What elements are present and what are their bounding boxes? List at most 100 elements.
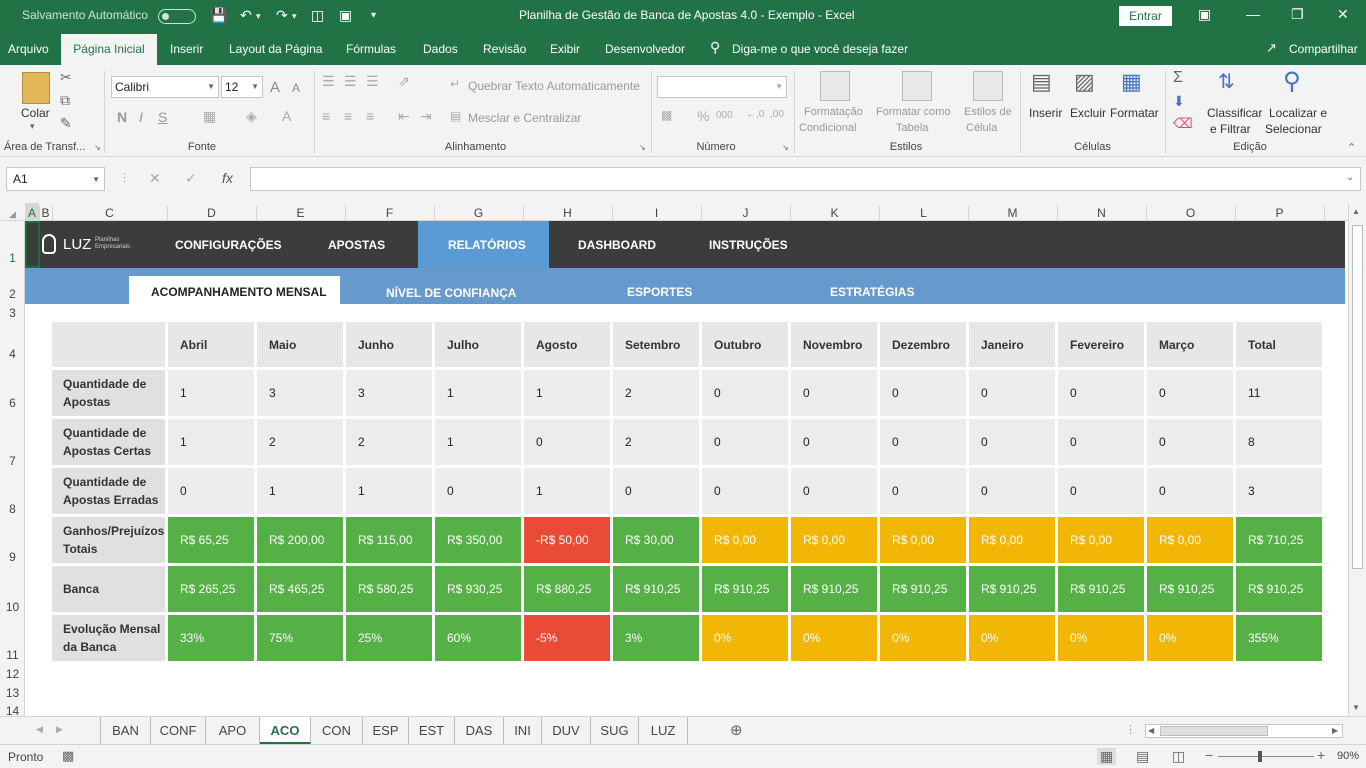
tell-me-input[interactable]: Diga-me o que você deseja fazer	[732, 42, 908, 56]
tab-scroll-right-icon[interactable]: ▶	[56, 724, 63, 735]
align-top-icon[interactable]: ☰	[322, 73, 335, 90]
sheet-tab-est[interactable]: EST	[409, 717, 455, 744]
insert-cells-button[interactable]: Inserir	[1029, 106, 1062, 120]
orientation-icon[interactable]: ⇗	[398, 73, 410, 90]
value-cell[interactable]: 0	[1058, 370, 1144, 416]
subnav-esportes[interactable]: ESPORTES	[627, 285, 692, 299]
subnav-nivel-confianca[interactable]: NÍVEL DE CONFIANÇA	[386, 286, 516, 300]
hscroll-right-icon[interactable]: ▶	[1332, 726, 1338, 735]
value-cell[interactable]: 0	[435, 468, 521, 514]
column-header-d[interactable]: D	[167, 206, 256, 220]
macro-record-icon[interactable]: ▩	[62, 748, 74, 764]
value-cell[interactable]: 0	[1147, 468, 1233, 514]
value-cell[interactable]: 0	[791, 370, 877, 416]
month-header-cell[interactable]: Julho	[435, 322, 521, 367]
nav-configuracoes[interactable]: CONFIGURAÇÕES	[175, 238, 282, 252]
alignment-launcher-icon[interactable]: ↘	[639, 143, 646, 152]
font-size-select[interactable]: 12 ▼	[221, 76, 263, 98]
underline-icon[interactable]: S	[158, 109, 167, 125]
value-cell[interactable]: 33%	[168, 615, 254, 661]
value-cell[interactable]: R$ 265,25	[168, 566, 254, 612]
column-header-h[interactable]: H	[523, 206, 612, 220]
align-left-icon[interactable]: ≡	[322, 108, 330, 124]
page-break-view-icon[interactable]: ◫	[1172, 748, 1185, 765]
month-header-cell[interactable]: Setembro	[613, 322, 699, 367]
decrease-font-icon[interactable]: A	[292, 81, 300, 95]
fill-color-icon[interactable]: ◈	[246, 108, 257, 125]
autosum-icon[interactable]: Σ	[1173, 69, 1183, 87]
camera-icon[interactable]: ▣	[339, 7, 352, 24]
save-icon[interactable]: 💾	[210, 7, 227, 24]
value-cell[interactable]: R$ 350,00	[435, 517, 521, 563]
nav-apostas[interactable]: APOSTAS	[328, 238, 385, 252]
undo-dropdown-icon[interactable]: ▾	[256, 11, 261, 22]
italic-icon[interactable]: I	[139, 109, 143, 125]
row-label-cell[interactable]: Quantidade de Apostas	[52, 370, 165, 416]
value-cell[interactable]: R$ 65,25	[168, 517, 254, 563]
column-header-n[interactable]: N	[1057, 206, 1146, 220]
value-cell[interactable]: 0	[702, 468, 788, 514]
horizontal-scrollbar[interactable]: ◀ ▶	[1145, 724, 1343, 738]
find-select-icon[interactable]: ⚲	[1283, 67, 1301, 96]
increase-indent-icon[interactable]: ⇥	[420, 108, 432, 125]
month-header-cell[interactable]: Total	[1236, 322, 1322, 367]
row-label-cell[interactable]: Evolução Mensal da Banca	[52, 615, 165, 661]
column-header-o[interactable]: O	[1146, 206, 1235, 220]
value-cell[interactable]: 1	[346, 468, 432, 514]
row-header-12[interactable]: 12	[0, 667, 25, 681]
value-cell[interactable]: 25%	[346, 615, 432, 661]
formula-input[interactable]	[250, 167, 1361, 191]
value-cell[interactable]: R$ 30,00	[613, 517, 699, 563]
value-cell[interactable]: R$ 910,25	[1236, 566, 1322, 612]
name-box[interactable]: A1 ▼	[6, 167, 105, 191]
scroll-up-icon[interactable]: ▲	[1352, 207, 1360, 216]
value-cell[interactable]: 0	[969, 468, 1055, 514]
format-as-table-line1[interactable]: Formatar como	[876, 106, 951, 118]
month-header-cell[interactable]: Janeiro	[969, 322, 1055, 367]
row-label-cell[interactable]: Quantidade de Apostas Certas	[52, 419, 165, 465]
value-cell[interactable]: 0	[880, 370, 966, 416]
value-cell[interactable]: 3	[257, 370, 343, 416]
value-cell[interactable]: 0	[880, 419, 966, 465]
normal-view-icon[interactable]: ▦	[1097, 748, 1117, 765]
paste-icon[interactable]	[22, 72, 50, 104]
clear-icon[interactable]: ⌫	[1173, 115, 1193, 132]
value-cell[interactable]: 2	[257, 419, 343, 465]
sheet-tab-duv[interactable]: DUV	[542, 717, 591, 744]
value-cell[interactable]: 0	[1058, 419, 1144, 465]
column-header-p[interactable]: P	[1235, 206, 1324, 220]
row-label-cell[interactable]: Banca	[52, 566, 165, 612]
undo-icon[interactable]: ↶	[240, 7, 252, 24]
row-header-9[interactable]: 9	[0, 550, 25, 564]
value-cell[interactable]: R$ 910,25	[1058, 566, 1144, 612]
row-header-6[interactable]: 6	[0, 396, 25, 410]
value-cell[interactable]: R$ 0,00	[1058, 517, 1144, 563]
value-cell[interactable]: -R$ 50,00	[524, 517, 610, 563]
value-cell[interactable]: 0	[791, 468, 877, 514]
month-header-cell[interactable]: Maio	[257, 322, 343, 367]
value-cell[interactable]: -5%	[524, 615, 610, 661]
minimize-icon[interactable]: —	[1246, 6, 1260, 22]
sort-filter-line1[interactable]: Classificar	[1207, 106, 1262, 120]
clipboard-launcher-icon[interactable]: ↘	[94, 143, 101, 152]
sort-filter-icon[interactable]: ⇅	[1218, 69, 1235, 94]
value-cell[interactable]: R$ 910,25	[791, 566, 877, 612]
value-cell[interactable]: 0%	[969, 615, 1055, 661]
signin-button[interactable]: Entrar	[1119, 6, 1172, 26]
cut-icon[interactable]: ✂	[60, 69, 72, 86]
column-header-c[interactable]: C	[52, 206, 167, 220]
expand-formula-icon[interactable]: ⌄	[1346, 172, 1354, 183]
tab-dados[interactable]: Dados	[423, 42, 458, 56]
paste-dropdown-icon[interactable]: ▾	[30, 121, 35, 132]
page-layout-view-icon[interactable]: ▤	[1136, 748, 1149, 765]
scroll-down-icon[interactable]: ▼	[1352, 703, 1360, 712]
row-header-2[interactable]: 2	[0, 287, 25, 301]
share-button[interactable]: Compartilhar	[1289, 42, 1358, 56]
split-handle-icon[interactable]: ⋮	[1125, 723, 1136, 736]
month-header-cell[interactable]: Agosto	[524, 322, 610, 367]
accounting-format-icon[interactable]: ▩	[661, 108, 672, 122]
value-cell[interactable]: R$ 880,25	[524, 566, 610, 612]
value-cell[interactable]: 0	[702, 419, 788, 465]
value-cell[interactable]: 0%	[880, 615, 966, 661]
value-cell[interactable]: 0	[1147, 370, 1233, 416]
